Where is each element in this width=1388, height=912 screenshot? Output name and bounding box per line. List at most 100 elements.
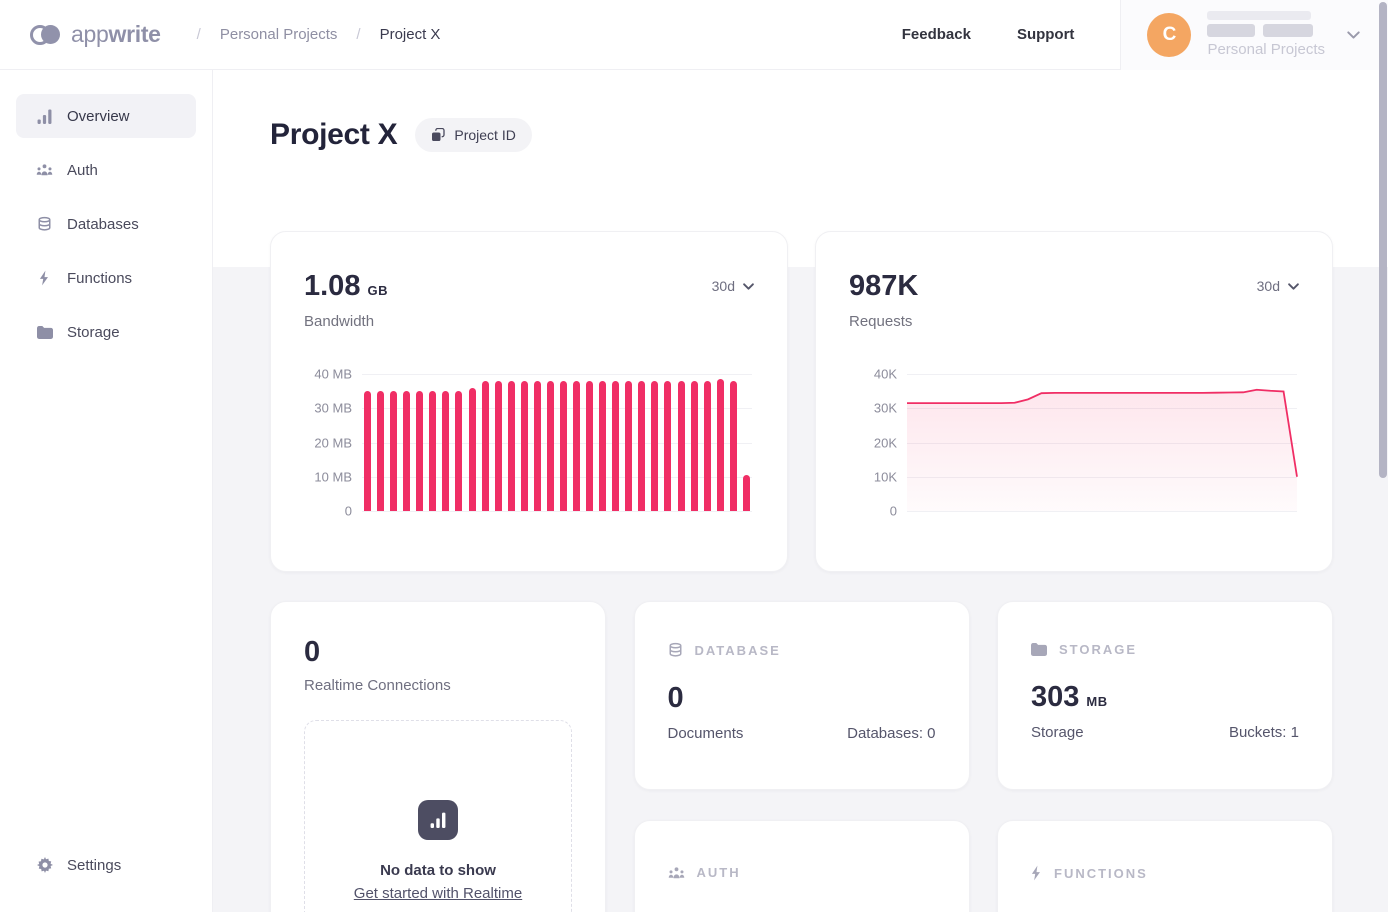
bar bbox=[625, 381, 632, 511]
sidebar-item-settings[interactable]: Settings bbox=[16, 843, 196, 887]
page-header: Project X Project ID bbox=[270, 70, 1333, 158]
bar bbox=[377, 391, 384, 511]
realtime-label: Realtime Connections bbox=[304, 677, 572, 694]
project-id-label: Project ID bbox=[454, 127, 515, 143]
y-axis-tick: 20 MB bbox=[304, 435, 352, 450]
y-axis-tick: 30K bbox=[849, 401, 897, 416]
bandwidth-value: 1.08GB bbox=[304, 270, 388, 303]
bandwidth-bar-chart: 010 MB20 MB30 MB40 MB bbox=[362, 374, 752, 511]
sidebar-item-label: Settings bbox=[67, 857, 121, 874]
database-card: DATABASE 0 Documents Databases: 0 bbox=[634, 601, 970, 790]
chevron-down-icon bbox=[743, 283, 754, 290]
sidebar-item-label: Storage bbox=[67, 324, 120, 341]
appwrite-logo[interactable]: appwrite bbox=[30, 21, 161, 48]
bandwidth-card: 1.08GB 30d Bandwidth 010 MB20 MB30 MB40 … bbox=[270, 231, 788, 572]
breadcrumb-personal-projects[interactable]: Personal Projects bbox=[220, 26, 338, 43]
bar bbox=[508, 381, 515, 511]
sidebar: Overview Auth Databases Functions Storag… bbox=[0, 70, 213, 912]
y-axis-tick: 40 MB bbox=[304, 367, 352, 382]
bar bbox=[691, 381, 698, 511]
vertical-scrollbar[interactable] bbox=[1379, 2, 1387, 478]
sidebar-item-functions[interactable]: Functions bbox=[16, 256, 196, 300]
realtime-card: 0 Realtime Connections No data to show G… bbox=[270, 601, 606, 912]
gear-icon bbox=[36, 857, 53, 873]
copy-icon bbox=[431, 128, 445, 142]
bar bbox=[521, 381, 528, 511]
bar bbox=[442, 391, 449, 511]
storage-card: STORAGE 303MB Storage Buckets: 1 bbox=[997, 601, 1333, 790]
documents-count: 0 bbox=[668, 682, 936, 715]
chevron-down-icon bbox=[1347, 31, 1360, 39]
y-axis-tick: 30 MB bbox=[304, 401, 352, 416]
bar bbox=[547, 381, 554, 511]
chevron-down-icon bbox=[1288, 283, 1299, 290]
functions-card: FUNCTIONS bbox=[997, 820, 1333, 912]
sidebar-item-databases[interactable]: Databases bbox=[16, 202, 196, 246]
bar bbox=[469, 388, 476, 511]
bar bbox=[612, 381, 619, 511]
realtime-count: 0 bbox=[304, 636, 572, 669]
auth-card: AUTH bbox=[634, 820, 970, 912]
lightning-icon bbox=[1031, 865, 1042, 881]
bar bbox=[403, 391, 410, 511]
top-bar: appwrite / Personal Projects / Project X… bbox=[0, 0, 1388, 70]
bar-chart-icon bbox=[36, 109, 53, 124]
storage-unit: MB bbox=[1086, 694, 1107, 709]
bar-chart-icon bbox=[418, 800, 458, 840]
requests-value: 987K bbox=[849, 270, 918, 303]
sidebar-item-auth[interactable]: Auth bbox=[16, 148, 196, 192]
users-icon bbox=[36, 163, 53, 177]
y-axis-tick: 0 bbox=[849, 504, 897, 519]
functions-card-heading: FUNCTIONS bbox=[1054, 866, 1148, 881]
account-menu[interactable]: C Personal Projects bbox=[1120, 0, 1388, 70]
bar bbox=[730, 381, 737, 511]
no-data-title: No data to show bbox=[380, 862, 496, 879]
support-link[interactable]: Support bbox=[1017, 26, 1075, 43]
appwrite-logo-icon bbox=[30, 25, 60, 45]
bar bbox=[638, 381, 645, 511]
auth-card-heading: AUTH bbox=[697, 865, 741, 880]
bar bbox=[599, 381, 606, 511]
bar bbox=[364, 391, 371, 511]
bar bbox=[534, 381, 541, 511]
bar bbox=[416, 391, 423, 511]
sidebar-item-overview[interactable]: Overview bbox=[16, 94, 196, 138]
line-series bbox=[907, 374, 1297, 511]
y-axis-tick: 10 MB bbox=[304, 469, 352, 484]
bar bbox=[743, 475, 750, 511]
breadcrumb-project-x[interactable]: Project X bbox=[380, 26, 441, 43]
appwrite-logo-text: appwrite bbox=[71, 21, 161, 48]
database-icon bbox=[668, 642, 683, 658]
bar bbox=[482, 381, 489, 511]
bar bbox=[717, 379, 724, 511]
folder-icon bbox=[1031, 643, 1047, 656]
storage-card-heading: STORAGE bbox=[1059, 642, 1137, 657]
sidebar-item-label: Auth bbox=[67, 162, 98, 179]
lightning-icon bbox=[36, 270, 53, 286]
bar bbox=[390, 391, 397, 511]
bar bbox=[664, 381, 671, 511]
project-id-button[interactable]: Project ID bbox=[415, 118, 531, 152]
storage-size: 303MB bbox=[1031, 681, 1299, 714]
get-started-realtime-link[interactable]: Get started with Realtime bbox=[354, 885, 522, 902]
requests-range-select[interactable]: 30d bbox=[1257, 278, 1299, 294]
sidebar-item-storage[interactable]: Storage bbox=[16, 310, 196, 354]
bar-series bbox=[364, 374, 750, 511]
users-icon bbox=[668, 866, 685, 880]
breadcrumb-separator: / bbox=[356, 26, 360, 43]
bar bbox=[495, 381, 502, 511]
account-org-label: Personal Projects bbox=[1207, 41, 1325, 58]
feedback-link[interactable]: Feedback bbox=[902, 26, 971, 43]
y-axis-tick: 10K bbox=[849, 469, 897, 484]
bandwidth-label: Bandwidth bbox=[304, 313, 754, 330]
databases-count: Databases: 0 bbox=[847, 725, 935, 742]
bandwidth-range-select[interactable]: 30d bbox=[712, 278, 754, 294]
gridline bbox=[362, 511, 752, 512]
bar bbox=[429, 391, 436, 511]
bar bbox=[651, 381, 658, 511]
page-title: Project X bbox=[270, 118, 397, 152]
main-content: Project X Project ID 1.08GB 30d bbox=[213, 70, 1388, 912]
bandwidth-unit: GB bbox=[367, 283, 388, 298]
avatar: C bbox=[1147, 13, 1191, 57]
gridline bbox=[907, 511, 1297, 512]
